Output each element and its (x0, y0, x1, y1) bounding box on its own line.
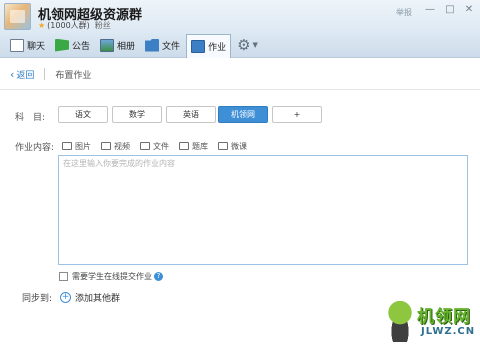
plus-circle-icon: + (60, 292, 72, 303)
image-icon (62, 142, 72, 150)
watermark-url: JLWZ.CN (421, 326, 476, 337)
add-group-label: 添加其他群 (75, 294, 121, 304)
attach-video-label: 视频 (114, 141, 130, 151)
tab-album[interactable]: 相册 (96, 34, 139, 56)
homework-content-input[interactable]: 在这里输入你要完成的作业内容 (58, 155, 468, 265)
star-icon: ★ (38, 21, 46, 30)
chevron-left-icon: ‹ (10, 67, 15, 81)
tab-notice[interactable]: 公告 (51, 34, 94, 56)
fans-link[interactable]: 粉丝 (95, 20, 111, 31)
sync-row: 同步到: + 添加其他群 (22, 291, 120, 304)
tab-homework-label: 作业 (208, 43, 227, 53)
tab-chat[interactable]: 聊天 (6, 34, 49, 56)
file-icon (140, 142, 150, 150)
attach-image-button[interactable]: 图片 (62, 141, 91, 152)
member-info: ★ (1000人群) 粉丝 (38, 20, 111, 31)
member-count: (1000人群) (47, 21, 90, 30)
attach-file-label: 文件 (153, 141, 169, 151)
tab-file-label: 文件 (162, 41, 181, 52)
online-submit-checkbox[interactable] (59, 272, 68, 281)
tab-file[interactable]: 文件 (141, 34, 184, 56)
notice-flag-icon (55, 38, 70, 52)
folder-icon (145, 38, 160, 52)
gear-icon[interactable]: ⚙ (237, 36, 250, 54)
subject-chinese[interactable]: 语文 (58, 106, 108, 123)
back-button[interactable]: ‹ 返回 (10, 68, 34, 81)
tab-chat-label: 聊天 (27, 41, 46, 52)
chat-icon (10, 38, 24, 52)
online-submit-option: 需要学生在线提交作业 ? (59, 271, 163, 282)
attachment-toolbar: 图片 视频 文件 题库 微课 (62, 139, 257, 153)
mascot-icon (385, 300, 415, 342)
content-placeholder: 在这里输入你要完成的作业内容 (63, 159, 175, 168)
album-icon (100, 38, 115, 52)
question-bank-label: 题库 (192, 141, 208, 151)
content-label: 作业内容: (15, 143, 55, 153)
subject-math[interactable]: 数学 (112, 106, 162, 123)
homework-icon (191, 40, 206, 53)
micro-lesson-icon (218, 142, 228, 150)
minimize-icon[interactable]: — (424, 4, 436, 16)
micro-lesson-label: 微课 (231, 141, 247, 151)
video-icon (101, 142, 111, 150)
tab-notice-label: 公告 (72, 41, 91, 52)
attach-image-label: 图片 (75, 141, 91, 151)
title-bar: 机领网超级资源群 ★ (1000人群) 粉丝 举报 — □ ✕ (0, 0, 480, 33)
sync-label: 同步到: (22, 294, 53, 304)
question-bank-button[interactable]: 题库 (179, 141, 208, 152)
chevron-down-icon[interactable]: ▼ (253, 41, 258, 49)
subject-english[interactable]: 英语 (166, 106, 216, 123)
subject-label: 科 目: (15, 113, 46, 123)
report-link[interactable]: 举报 (396, 7, 412, 18)
question-bank-icon (179, 142, 189, 150)
back-label: 返回 (16, 70, 35, 81)
group-toolbar: 聊天 公告 相册 文件 作业 ⚙ ▼ (0, 33, 480, 58)
add-subject-button[interactable]: + (272, 106, 322, 123)
subject-jilingwang[interactable]: 机领网 (218, 106, 268, 123)
page-title: 布置作业 (55, 70, 92, 81)
group-avatar[interactable] (4, 3, 31, 30)
add-group-button[interactable]: + 添加其他群 (60, 291, 120, 304)
help-icon[interactable]: ? (154, 272, 163, 281)
breadcrumb-divider (44, 68, 46, 80)
attach-video-button[interactable]: 视频 (101, 141, 130, 152)
watermark-text: 机领网 (417, 307, 471, 327)
attach-file-button[interactable]: 文件 (140, 141, 169, 152)
tab-homework[interactable]: 作业 (186, 34, 232, 58)
maximize-icon[interactable]: □ (444, 4, 456, 16)
close-icon[interactable]: ✕ (463, 4, 475, 16)
online-submit-label[interactable]: 需要学生在线提交作业 (72, 271, 152, 282)
watermark-logo: 机领网 JLWZ.CN (383, 292, 479, 347)
breadcrumb: ‹ 返回 布置作业 (0, 59, 480, 90)
tab-album-label: 相册 (117, 41, 136, 52)
micro-lesson-button[interactable]: 微课 (218, 141, 247, 152)
